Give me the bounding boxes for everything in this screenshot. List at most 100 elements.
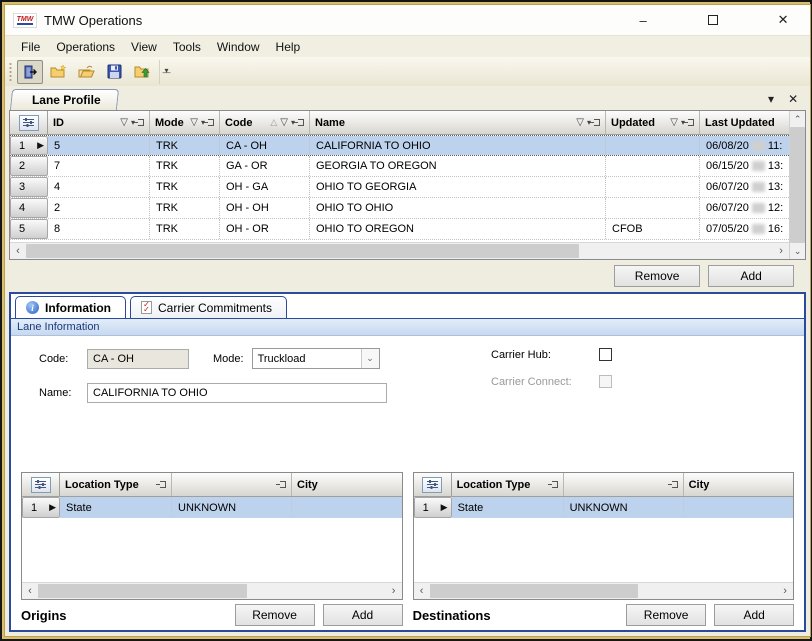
row-header[interactable]: 1▶ [414,497,452,518]
cell-name[interactable]: OHIO TO GEORGIA [310,177,606,197]
row-header[interactable]: 4▶ [10,198,48,218]
row-header[interactable]: 1▶ [10,136,48,155]
cell-city[interactable] [292,497,402,518]
cell-last-updated[interactable]: 06/08/2011: [700,136,789,155]
column-header-city[interactable]: City [292,473,402,496]
cell-updated[interactable] [606,177,700,197]
column-chooser-icon[interactable] [422,477,442,493]
column-header-name[interactable]: Name ▽▾ [310,111,606,134]
table-row[interactable]: 4▶ 2 TRK OH - OH OHIO TO OHIO 06/07/2012… [10,198,789,219]
column-header-code[interactable]: Code △▽▾ [220,111,310,134]
cell-id[interactable]: 7 [48,156,150,176]
table-row[interactable]: 1▶ State UNKNOWN [414,497,794,518]
cell-name[interactable]: CALIFORNIA TO OHIO [310,136,606,155]
column-header-location-type[interactable]: Location Type [452,473,564,496]
chevron-down-icon[interactable]: ⌄ [361,349,379,368]
cell-location-value[interactable]: UNKNOWN [172,497,292,518]
scrollbar-thumb[interactable] [790,127,805,243]
scrollbar-track[interactable] [26,243,773,259]
menu-view[interactable]: View [123,38,165,56]
row-header[interactable]: 1▶ [22,497,60,518]
tab-list-dropdown-icon[interactable]: ▾ [768,92,774,106]
menu-operations[interactable]: Operations [48,38,123,56]
cell-code[interactable]: GA - OR [220,156,310,176]
grid-vertical-scrollbar[interactable]: ⌃ ⌄ [789,111,805,259]
grid-corner-cell[interactable] [22,473,60,496]
origins-remove-button[interactable]: Remove [235,604,315,626]
cell-updated[interactable] [606,136,700,155]
cell-code[interactable]: CA - OH [220,136,310,155]
cell-name[interactable]: OHIO TO OHIO [310,198,606,218]
cell-updated[interactable] [606,198,700,218]
filter-funnel-icon[interactable]: ▽ [120,117,128,128]
column-header-location-type[interactable]: Location Type [60,473,172,496]
cell-id[interactable]: 5 [48,136,150,155]
scrollbar-track[interactable] [38,583,386,599]
cell-id[interactable]: 4 [48,177,150,197]
remove-button[interactable]: Remove [614,265,700,287]
cell-last-updated[interactable]: 06/15/2013: [700,156,789,176]
scrollbar-thumb[interactable] [430,584,639,598]
scroll-right-icon[interactable]: › [773,243,789,259]
save-button[interactable] [101,60,127,84]
cell-mode[interactable]: TRK [150,136,220,155]
scroll-up-icon[interactable]: ⌃ [790,111,806,127]
column-header-id[interactable]: ID ▽▾ [48,111,150,134]
origins-horizontal-scrollbar[interactable]: ‹ › [22,582,402,599]
cell-id[interactable]: 2 [48,198,150,218]
cell-name[interactable]: OHIO TO OREGON [310,219,606,239]
cell-location-type[interactable]: State [452,497,564,518]
pin-column-icon[interactable] [298,119,304,126]
code-field[interactable] [87,349,189,369]
scroll-down-icon[interactable]: ⌄ [790,243,806,259]
cell-mode[interactable]: TRK [150,198,220,218]
pin-column-icon[interactable] [552,481,558,488]
filter-funnel-icon[interactable]: ▽ [190,117,198,128]
grid-corner-cell[interactable] [10,111,48,134]
filter-funnel-icon[interactable]: ▽ [576,117,584,128]
scroll-right-icon[interactable]: › [777,583,793,599]
tab-carrier-commitments[interactable]: ✓✓ Carrier Commitments [130,296,287,318]
destinations-remove-button[interactable]: Remove [626,604,706,626]
column-header-location-value[interactable] [172,473,292,496]
scroll-left-icon[interactable]: ‹ [414,583,430,599]
grid-corner-cell[interactable] [414,473,452,496]
close-button[interactable]: ✕ [774,11,792,29]
tab-close-icon[interactable]: ✕ [788,92,798,106]
pin-column-icon[interactable] [160,481,166,488]
tab-lane-profile[interactable]: Lane Profile [10,89,119,110]
name-field[interactable] [87,383,387,403]
cell-code[interactable]: OH - OR [220,219,310,239]
grid-horizontal-scrollbar[interactable]: ‹ › [10,242,789,259]
column-header-location-value[interactable] [564,473,684,496]
maximize-button[interactable] [704,11,722,29]
open-button[interactable] [73,60,99,84]
cell-updated[interactable] [606,156,700,176]
origins-add-button[interactable]: Add [323,604,403,626]
scroll-left-icon[interactable]: ‹ [22,583,38,599]
row-header[interactable]: 3▶ [10,177,48,197]
menu-help[interactable]: Help [268,38,309,56]
cell-mode[interactable]: TRK [150,177,220,197]
scroll-left-icon[interactable]: ‹ [10,243,26,259]
pin-column-icon[interactable] [672,481,678,488]
cell-last-updated[interactable]: 06/07/2012: [700,198,789,218]
scroll-right-icon[interactable]: › [386,583,402,599]
column-header-city[interactable]: City [684,473,794,496]
destinations-horizontal-scrollbar[interactable]: ‹ › [414,582,794,599]
export-button[interactable] [129,60,155,84]
add-button[interactable]: Add [708,265,794,287]
tab-information[interactable]: i Information [15,296,126,318]
column-header-updated[interactable]: Updated ▽▾ [606,111,700,134]
scrollbar-thumb[interactable] [26,244,579,258]
pin-column-icon[interactable] [208,119,214,126]
carrier-hub-checkbox[interactable] [599,348,612,361]
minimize-button[interactable]: – [634,11,652,29]
menu-window[interactable]: Window [209,38,268,56]
cell-location-type[interactable]: State [60,497,172,518]
cell-city[interactable] [684,497,794,518]
pin-column-icon[interactable] [138,119,144,126]
cell-code[interactable]: OH - OH [220,198,310,218]
column-header-mode[interactable]: Mode ▽▾ [150,111,220,134]
menu-file[interactable]: File [13,38,48,56]
